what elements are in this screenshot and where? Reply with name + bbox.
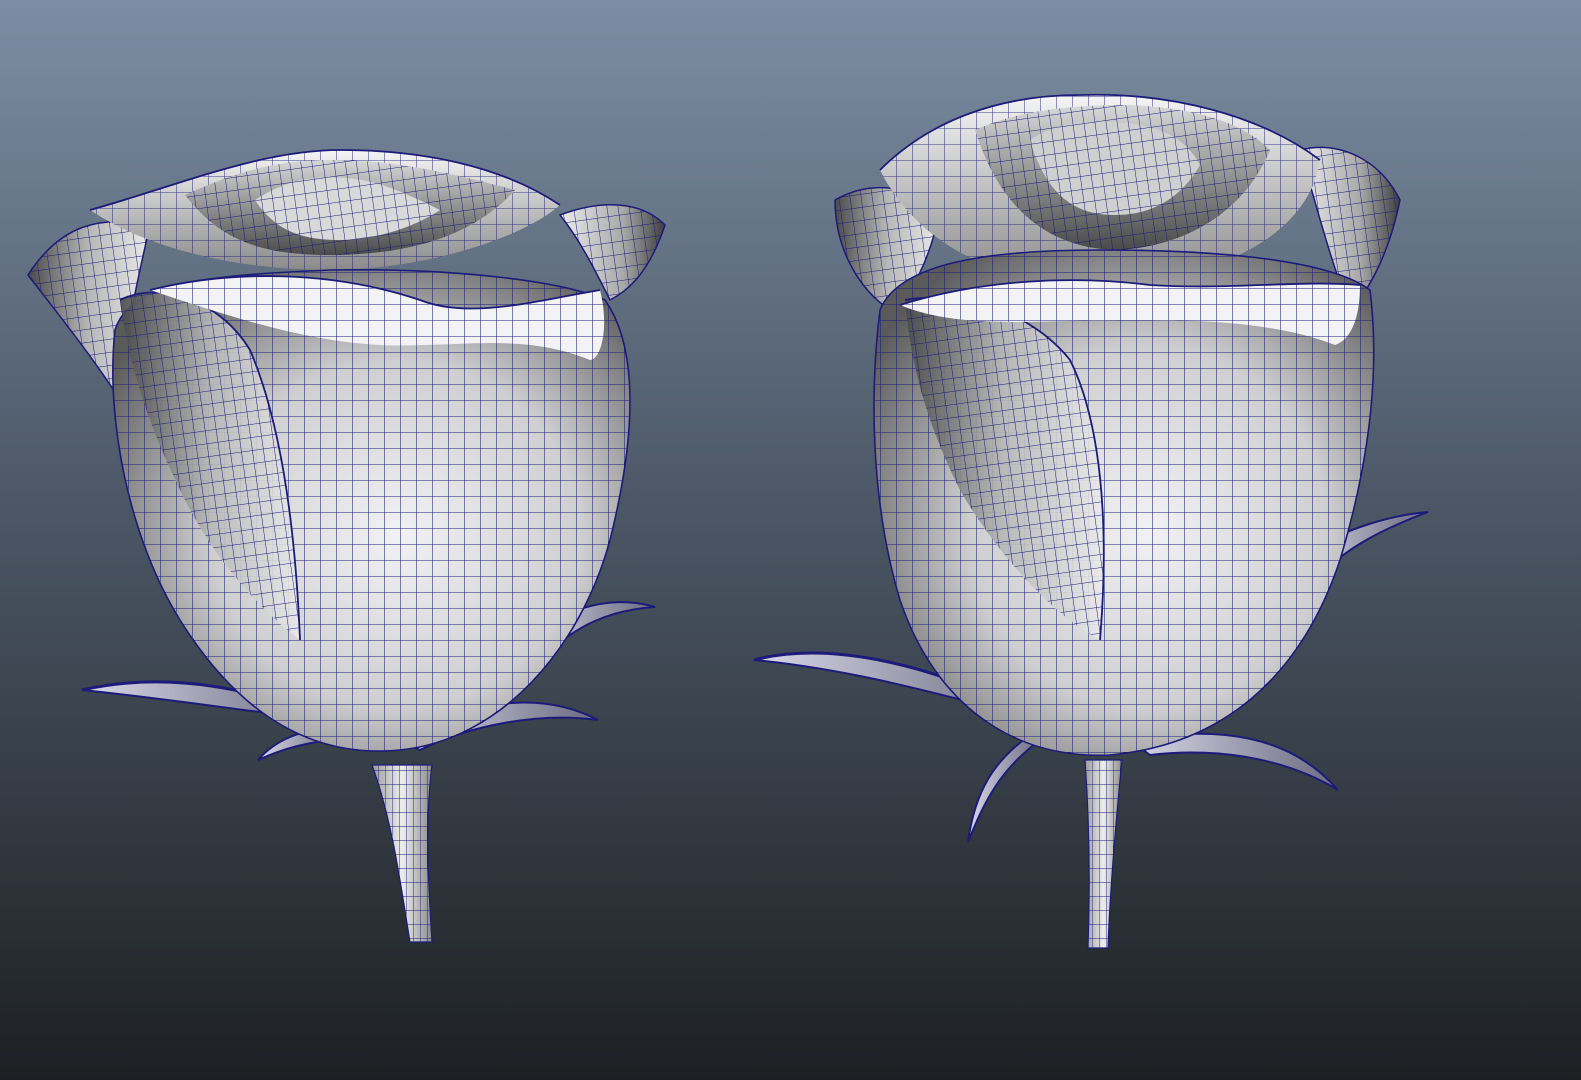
viewport-canvas[interactable]: [0, 0, 1581, 1080]
3d-viewport[interactable]: [0, 0, 1581, 1080]
